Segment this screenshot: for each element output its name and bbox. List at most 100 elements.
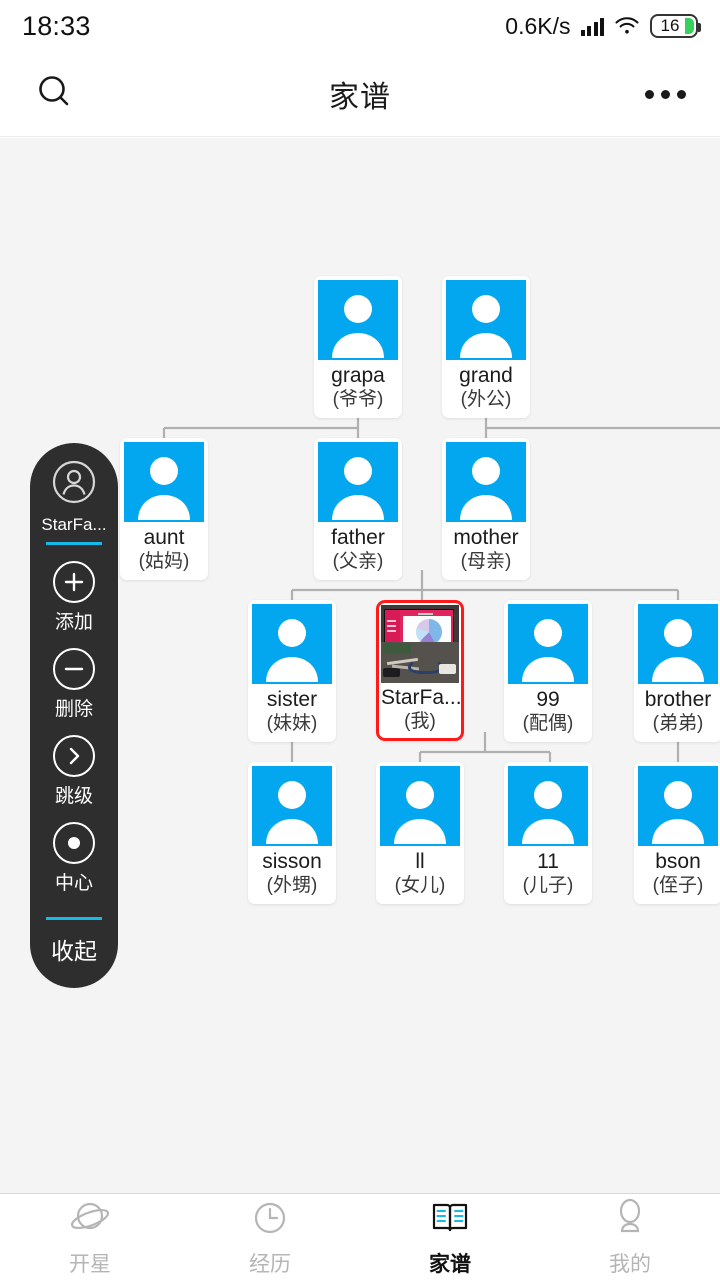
tab-kaixing[interactable]: 开星 bbox=[0, 1197, 180, 1278]
tree-node-aunt[interactable]: aunt (姑妈) bbox=[120, 438, 208, 580]
node-relation: (我) bbox=[404, 711, 436, 732]
tree-node-grapa[interactable]: grapa (爷爷) bbox=[314, 276, 402, 418]
tab-jiapu[interactable]: 家谱 bbox=[360, 1197, 540, 1278]
node-relation: (爷爷) bbox=[332, 389, 384, 410]
person-outline-icon bbox=[609, 1197, 651, 1244]
side-menu-item-label: 跳级 bbox=[54, 786, 93, 807]
tree-node-sisson[interactable]: sisson (外甥) bbox=[248, 762, 336, 904]
tree-node-bson[interactable]: bson (侄子) bbox=[634, 762, 720, 904]
side-menu-item-add[interactable]: 添加 bbox=[53, 561, 95, 634]
node-relation: (外公) bbox=[460, 389, 512, 410]
tree-node-mother[interactable]: mother (母亲) bbox=[442, 438, 530, 580]
node-relation: (妹妹) bbox=[266, 713, 318, 734]
person-icon bbox=[446, 442, 526, 522]
side-menu-item-center[interactable]: 中心 bbox=[53, 822, 95, 895]
bottom-tab-bar: 开星 经历 家谱 我的 bbox=[0, 1193, 720, 1280]
node-relation: (儿子) bbox=[522, 875, 574, 896]
status-bar: 18:33 0.6K/s 16 bbox=[0, 0, 720, 52]
node-name: grand bbox=[459, 364, 513, 387]
tree-node-grand[interactable]: grand (外公) bbox=[442, 276, 530, 418]
node-name: 99 bbox=[536, 688, 560, 711]
node-name: 11 bbox=[537, 850, 559, 873]
tree-node-spouse[interactable]: 99 (配偶) bbox=[504, 600, 592, 742]
search-button[interactable] bbox=[0, 71, 110, 118]
clock-icon bbox=[249, 1197, 291, 1244]
node-name: sister bbox=[266, 688, 318, 711]
side-menu-item-delete[interactable]: 删除 bbox=[53, 648, 95, 721]
side-menu-item-label: 中心 bbox=[54, 873, 93, 894]
tab-label: 开星 bbox=[69, 1252, 111, 1276]
side-menu-collapse-button[interactable]: 收起 bbox=[30, 917, 118, 988]
node-relation: (女儿) bbox=[394, 875, 446, 896]
status-time: 18:33 bbox=[22, 10, 91, 41]
search-icon bbox=[34, 71, 76, 118]
node-name: ll bbox=[415, 850, 425, 873]
person-icon bbox=[318, 442, 398, 522]
chevron-right-circle-icon bbox=[53, 735, 95, 777]
minus-circle-icon bbox=[53, 648, 95, 690]
tab-label: 我的 bbox=[609, 1252, 651, 1276]
tree-node-daughter[interactable]: ll (女儿) bbox=[376, 762, 464, 904]
more-options-button[interactable] bbox=[610, 89, 720, 99]
tab-label: 家谱 bbox=[429, 1252, 471, 1276]
app-root: 18:33 0.6K/s 16 家谱 grapa (爷爷) grand (外公)… bbox=[0, 0, 720, 1280]
page-title: 家谱 bbox=[329, 81, 391, 114]
battery-level: 16 bbox=[660, 16, 680, 35]
side-menu-divider-top bbox=[46, 542, 102, 545]
node-relation: (侄子) bbox=[652, 875, 704, 896]
person-icon bbox=[318, 280, 398, 360]
person-icon bbox=[508, 766, 588, 846]
node-name: bson bbox=[655, 850, 701, 873]
planet-icon bbox=[69, 1197, 111, 1244]
node-name: aunt bbox=[143, 526, 185, 549]
tree-node-father[interactable]: father (父亲) bbox=[314, 438, 402, 580]
tab-wode[interactable]: 我的 bbox=[540, 1197, 720, 1278]
node-relation: (父亲) bbox=[332, 551, 384, 572]
battery-icon: 16 bbox=[650, 14, 701, 38]
person-icon bbox=[252, 766, 332, 846]
tree-node-sister[interactable]: sister (妹妹) bbox=[248, 600, 336, 742]
node-name: father bbox=[331, 526, 385, 549]
avatar-photo-monitor bbox=[381, 605, 459, 683]
person-icon bbox=[252, 604, 332, 684]
signal-bars-icon bbox=[580, 16, 604, 36]
family-tree-canvas[interactable]: grapa (爷爷) grand (外公) aunt (姑妈) father (… bbox=[0, 138, 720, 1193]
node-name: mother bbox=[453, 526, 519, 549]
person-icon bbox=[638, 604, 718, 684]
person-icon bbox=[508, 604, 588, 684]
tree-node-son[interactable]: 11 (儿子) bbox=[504, 762, 592, 904]
node-name: brother bbox=[644, 688, 712, 711]
tab-jingli[interactable]: 经历 bbox=[180, 1197, 360, 1278]
side-menu-divider-bottom bbox=[46, 917, 102, 920]
person-icon bbox=[638, 766, 718, 846]
side-menu-collapse-label: 收起 bbox=[51, 938, 97, 964]
target-dot-icon bbox=[53, 822, 95, 864]
side-menu-panel: StarFa... 添加 删除 跳级 中心 收起 bbox=[30, 443, 118, 988]
status-indicators: 0.6K/s 16 bbox=[505, 12, 701, 40]
book-icon bbox=[429, 1197, 471, 1244]
tab-label: 经历 bbox=[249, 1252, 291, 1276]
page-header: 家谱 bbox=[0, 52, 720, 137]
network-speed: 0.6K/s bbox=[505, 12, 571, 39]
tree-node-brother[interactable]: brother (弟弟) bbox=[634, 600, 720, 742]
node-relation: (姑妈) bbox=[138, 551, 190, 572]
person-icon bbox=[124, 442, 204, 522]
user-circle-icon bbox=[51, 459, 97, 510]
side-menu-item-label: 删除 bbox=[54, 699, 93, 720]
person-icon bbox=[380, 766, 460, 846]
plus-circle-icon bbox=[53, 561, 95, 603]
node-name: StarFa... bbox=[381, 686, 461, 709]
node-relation: (弟弟) bbox=[652, 713, 704, 734]
person-icon bbox=[446, 280, 526, 360]
side-menu-item-skip-level[interactable]: 跳级 bbox=[53, 735, 95, 808]
node-relation: (母亲) bbox=[460, 551, 512, 572]
node-relation: (外甥) bbox=[266, 875, 318, 896]
wifi-icon bbox=[614, 16, 640, 36]
node-relation: (配偶) bbox=[522, 713, 574, 734]
more-options-icon bbox=[644, 89, 686, 99]
node-name: grapa bbox=[331, 364, 385, 387]
side-menu-profile[interactable]: StarFa... bbox=[41, 459, 107, 535]
side-menu-item-label: 添加 bbox=[54, 612, 93, 633]
tree-node-me-selected[interactable]: StarFa... (我) bbox=[376, 600, 464, 741]
side-menu-profile-label: StarFa... bbox=[41, 515, 107, 534]
